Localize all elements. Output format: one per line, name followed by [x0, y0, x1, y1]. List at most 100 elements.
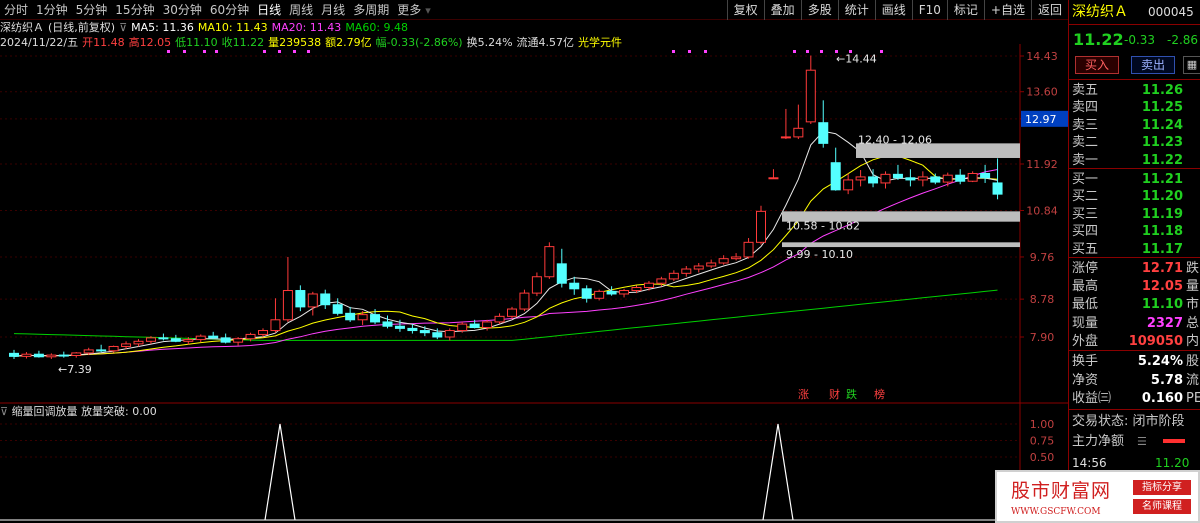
candle-body	[394, 325, 405, 329]
candle-body	[830, 162, 841, 191]
price-tick-label: 8.78	[1030, 293, 1055, 306]
candle-body	[233, 338, 244, 343]
chart-tool-buttons: 复权 叠加 多股 统计 画线 F10 标记 +自选 返回	[726, 0, 1068, 20]
candle-body	[606, 290, 617, 295]
stat2-row[interactable]: 换手 5.24% 股	[1069, 353, 1200, 370]
candle-body	[494, 315, 505, 323]
ask-row-value: 11.22	[1141, 152, 1183, 168]
candle-body	[718, 258, 729, 264]
candle-body	[96, 349, 107, 352]
period-tabs: 分时 1分钟 5分钟 15分钟 30分钟 60分钟 日线 周线 月线 多周期 更多 ▾	[0, 0, 431, 20]
stat-row[interactable]: 最高 12.05 量	[1069, 278, 1200, 295]
candle-body	[743, 241, 754, 258]
signal-dot	[307, 50, 310, 53]
period-tab[interactable]: 5分钟	[72, 0, 112, 20]
stat-row[interactable]: 最低 11.10 市	[1069, 296, 1200, 313]
ask-row[interactable]: 卖五 11.26	[1069, 82, 1200, 99]
stat-row[interactable]: 外盘 109050 内	[1069, 333, 1200, 350]
ask-row[interactable]: 卖二 11.23	[1069, 134, 1200, 151]
kline-chart[interactable]: 14.43 13.60 12.97 11.92 10.84 9.76 8.78 7.90 12.…	[0, 44, 1068, 404]
toolbar-button[interactable]: +自选	[983, 0, 1031, 20]
resistance-box-3	[782, 242, 1020, 248]
period-tab[interactable]: 15分钟	[111, 0, 158, 20]
list-icon[interactable]: ☰	[1137, 433, 1147, 450]
toolbar-button[interactable]: 画线	[874, 0, 912, 20]
toolbar-button[interactable]: 复权	[726, 0, 764, 20]
buy-button[interactable]: 买入	[1075, 56, 1119, 74]
signal-dot	[293, 50, 296, 53]
bid-row[interactable]: 买三 11.19	[1069, 206, 1200, 223]
box3-label: 9.99 - 10.10	[786, 248, 853, 261]
grid-icon[interactable]: ▦	[1183, 56, 1200, 74]
signal-dot	[880, 50, 883, 53]
period-tab[interactable]: 多周期	[349, 0, 393, 20]
period-tab[interactable]: 30分钟	[159, 0, 206, 20]
bid-row[interactable]: 买五 11.17	[1069, 241, 1200, 258]
candle-body	[469, 323, 480, 329]
dropdown-icon[interactable]: ⊽	[119, 21, 127, 34]
adjust-mode-label: (日线,前复权)	[48, 21, 116, 34]
bid-row[interactable]: 买四 11.18	[1069, 223, 1200, 240]
toolbar-button[interactable]: 统计	[837, 0, 875, 20]
candle-body	[158, 337, 169, 340]
stat2-row[interactable]: 净资 5.78 流	[1069, 372, 1200, 389]
stat-row[interactable]: 现量 2327 总	[1069, 315, 1200, 332]
candle-body	[768, 177, 779, 180]
candle-body	[295, 290, 306, 308]
stat-row-value: 2327	[1146, 315, 1183, 331]
period-tab[interactable]: 月线	[317, 0, 349, 20]
bid-row-value: 11.19	[1141, 206, 1183, 222]
candle-body	[145, 337, 156, 342]
price-tick-label: 7.90	[1030, 331, 1055, 344]
period-tab[interactable]: 日线	[253, 0, 285, 20]
ma-info-line: 深纺织Ａ (日线,前复权) ⊽ MA5: 11.36 MA10: 11.43 MA20: …	[0, 20, 412, 35]
toolbar-button[interactable]: 返回	[1030, 0, 1068, 20]
period-tab[interactable]: 更多	[393, 0, 425, 20]
panel-stock-name: 深纺织Ａ	[1072, 4, 1128, 20]
ask-row[interactable]: 卖三 11.24	[1069, 117, 1200, 134]
sell-button[interactable]: 卖出	[1131, 56, 1175, 74]
stat-row[interactable]: 涨停 12.71 跌	[1069, 260, 1200, 277]
ask-row-value: 11.25	[1141, 100, 1183, 116]
period-tab[interactable]: 1分钟	[32, 0, 72, 20]
candle-body	[370, 314, 381, 323]
indicator-chart[interactable]: 1.00 0.75 0.50	[0, 404, 1068, 523]
candle-body	[245, 333, 256, 340]
chevron-down-icon[interactable]: ▾	[425, 4, 431, 17]
period-tab[interactable]: 周线	[285, 0, 317, 20]
ask-row[interactable]: 卖四 11.25	[1069, 99, 1200, 116]
signal-dot	[263, 50, 266, 53]
stat2-row[interactable]: 收益㈢ 0.160 PE	[1069, 390, 1200, 407]
candle-body	[917, 176, 928, 181]
period-tab[interactable]: 60分钟	[206, 0, 253, 20]
candle-body	[818, 122, 829, 144]
candle-body	[930, 176, 941, 183]
candle-body	[282, 290, 293, 321]
toolbar-button[interactable]: 标记	[946, 0, 984, 20]
candle-body	[170, 338, 181, 342]
signal-dot	[203, 50, 206, 53]
ma60-label: MA60: 9.48	[345, 21, 409, 34]
candle-body	[756, 210, 766, 243]
toolbar-button[interactable]: 叠加	[763, 0, 801, 20]
ask-row[interactable]: 卖一 11.22	[1069, 152, 1200, 169]
price-row: 11.22 -0.33 -2.86	[1069, 29, 1200, 51]
bid-row[interactable]: 买二 11.20	[1069, 188, 1200, 205]
period-tab[interactable]: 分时	[0, 0, 32, 20]
toolbar-button[interactable]: 多股	[800, 0, 838, 20]
candle-body	[681, 268, 692, 274]
candle-body	[631, 287, 642, 292]
candle-body	[556, 263, 567, 284]
ma5-label: MA5: 11.36	[131, 21, 194, 34]
panel-stock-code: 000045	[1148, 5, 1194, 19]
toolbar-button[interactable]: F10	[911, 0, 947, 20]
candle-body	[320, 293, 331, 306]
stat-row-cut-label: 总	[1186, 315, 1200, 331]
stat-row-value: 12.05	[1141, 279, 1183, 295]
stock-name-label: 深纺织Ａ	[0, 21, 44, 34]
watermark-title: 股市财富网	[1011, 480, 1112, 502]
event-marker: 涨	[798, 388, 809, 401]
signal-dot	[820, 50, 823, 53]
quote-panel: 深纺织Ａ 000045 11.22 -0.33 -2.86 买入 卖出 ▦ 卖五…	[1068, 0, 1200, 523]
bid-row[interactable]: 买一 11.21	[1069, 171, 1200, 188]
